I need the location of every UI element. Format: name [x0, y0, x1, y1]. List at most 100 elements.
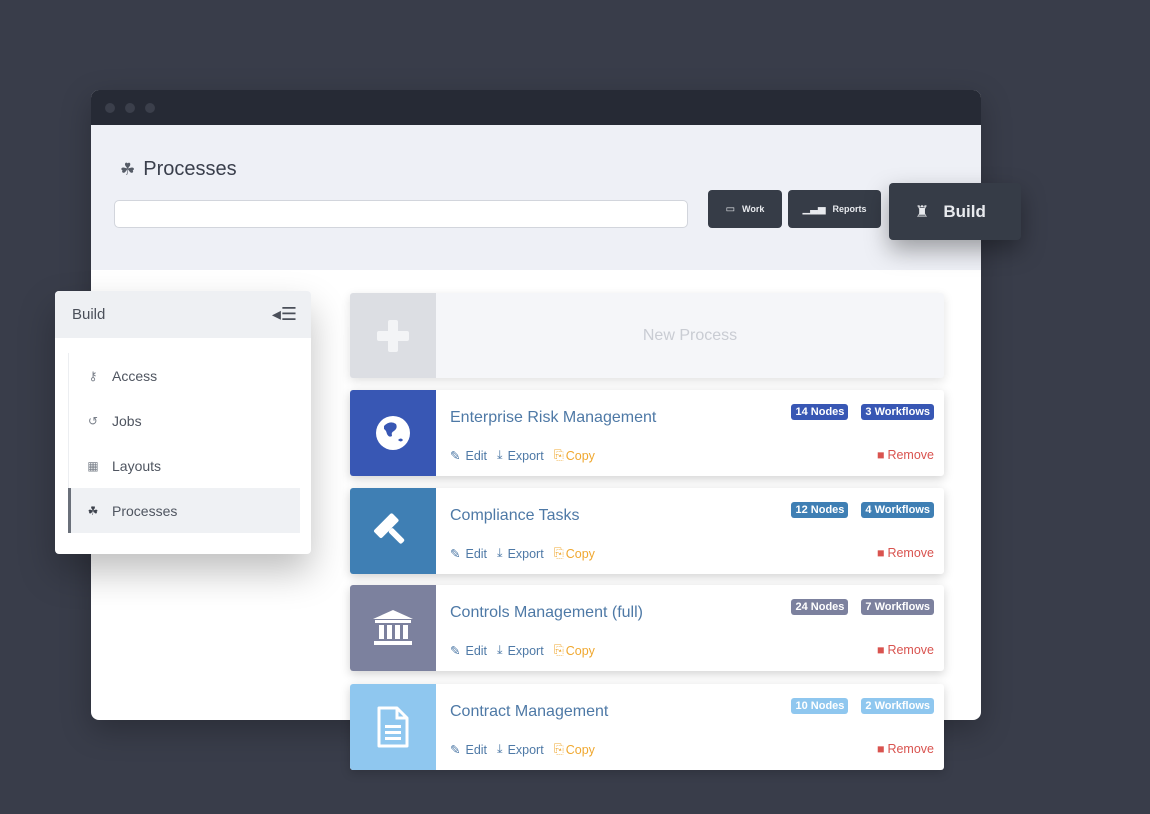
- edit-link[interactable]: ✎ Edit: [450, 742, 488, 758]
- process-icon-panel: [350, 488, 436, 574]
- page-title: ☘ Processes: [120, 158, 237, 181]
- copy-label: Copy: [565, 643, 595, 658]
- export-label: Export: [507, 742, 544, 757]
- nodes-badge: 24 Nodes: [791, 599, 849, 615]
- sidebar-list: ⚷ Access ↺ Jobs ▦ Layouts ☘ Processes: [68, 353, 300, 533]
- new-process-panel: [350, 293, 436, 378]
- sidebar-item-label: Jobs: [112, 412, 142, 429]
- nodes-badge: 12 Nodes: [791, 502, 849, 518]
- sidebar-header: Build ◂☰: [55, 291, 311, 338]
- remove-link[interactable]: ■ Remove: [877, 643, 934, 657]
- remove-link[interactable]: ■ Remove: [877, 546, 934, 560]
- process-card-body: Contract Management 10 Nodes 2 Workflows…: [436, 684, 944, 770]
- copy-label: Copy: [565, 546, 595, 561]
- process-icon-panel: [350, 684, 436, 770]
- remove-label: Remove: [887, 643, 934, 657]
- edit-label: Edit: [465, 448, 488, 463]
- process-badges: 12 Nodes 4 Workflows: [791, 502, 934, 518]
- copy-link[interactable]: ⎘ Copy: [554, 643, 595, 658]
- process-card: Controls Management (full) 24 Nodes 7 Wo…: [350, 585, 944, 671]
- edit-icon: ✎: [450, 547, 461, 561]
- edit-link[interactable]: ✎ Edit: [450, 448, 488, 464]
- export-link[interactable]: ⤓ Export: [497, 448, 544, 463]
- copy-icon: ⎘: [553, 742, 564, 756]
- process-card: Contract Management 10 Nodes 2 Workflows…: [350, 684, 944, 770]
- copy-link[interactable]: ⎘ Copy: [554, 546, 595, 561]
- trash-icon: ■: [876, 742, 885, 756]
- export-label: Export: [507, 643, 544, 658]
- remove-label: Remove: [887, 448, 934, 462]
- reports-button[interactable]: ▁▃▅ Reports: [788, 190, 881, 228]
- trash-icon: ■: [876, 643, 885, 657]
- nodes-badge: 10 Nodes: [791, 698, 849, 714]
- process-card: Enterprise Risk Management 14 Nodes 3 Wo…: [350, 390, 944, 476]
- workflows-badge: 2 Workflows: [861, 698, 934, 714]
- copy-icon: ⎘: [553, 546, 564, 560]
- copy-link[interactable]: ⎘ Copy: [554, 742, 595, 757]
- build-mode-label: Build: [943, 201, 986, 221]
- plus-icon: [377, 319, 409, 352]
- export-link[interactable]: ⤓ Export: [497, 742, 544, 757]
- sidebar-item-layouts[interactable]: ▦ Layouts: [69, 443, 300, 488]
- sidebar-item-label: Processes: [112, 502, 178, 519]
- copy-link[interactable]: ⎘ Copy: [554, 448, 595, 463]
- window-maximize-dot[interactable]: [145, 102, 155, 113]
- work-button[interactable]: ▭ Work: [708, 190, 782, 228]
- process-badges: 10 Nodes 2 Workflows: [791, 698, 934, 714]
- edit-link[interactable]: ✎ Edit: [450, 643, 487, 659]
- puzzle-icon: ♜: [915, 203, 930, 221]
- process-card: Compliance Tasks 12 Nodes 4 Workflows ✎ E…: [350, 488, 944, 574]
- edit-link[interactable]: ✎ Edit: [450, 546, 488, 562]
- table-icon: ▦: [87, 458, 99, 473]
- workflows-badge: 4 Workflows: [861, 502, 934, 518]
- export-label: Export: [507, 546, 544, 561]
- build-mode-button[interactable]: ♜ Build: [889, 183, 1021, 240]
- process-name-link[interactable]: Contract Management: [450, 703, 608, 721]
- trash-icon: ■: [876, 546, 885, 560]
- bank-icon: [373, 610, 413, 645]
- process-icon-panel: [350, 390, 436, 476]
- new-process-label: New Process: [642, 326, 738, 344]
- copy-icon: ⎘: [553, 448, 564, 462]
- bar-chart-icon: ▁▃▅: [802, 203, 826, 215]
- process-name-link[interactable]: Controls Management (full): [450, 604, 643, 622]
- sidebar-title: Build: [72, 306, 106, 323]
- edit-icon: ✎: [450, 743, 461, 757]
- globe-icon: [376, 416, 410, 450]
- download-icon: ⤓: [497, 448, 503, 462]
- process-actions: ✎ Edit ⤓ Export ⎘ Copy: [450, 546, 595, 561]
- gavel-icon: [374, 513, 405, 544]
- download-icon: ⤓: [497, 643, 503, 657]
- process-badges: 14 Nodes 3 Workflows: [791, 404, 934, 420]
- collapse-menu-icon[interactable]: ◂☰: [272, 304, 297, 325]
- process-actions: ✎ Edit ⤓ Export ⎘ Copy: [450, 742, 595, 757]
- export-label: Export: [507, 448, 544, 463]
- sidebar-item-access[interactable]: ⚷ Access: [69, 353, 300, 398]
- remove-link[interactable]: ■ Remove: [877, 448, 934, 462]
- remove-label: Remove: [887, 742, 934, 756]
- process-name-link[interactable]: Compliance Tasks: [450, 507, 580, 525]
- reports-button-label: Reports: [832, 204, 867, 214]
- process-name-link[interactable]: Enterprise Risk Management: [450, 409, 656, 427]
- key-icon: ⚷: [88, 368, 98, 383]
- remove-link[interactable]: ■ Remove: [877, 742, 934, 756]
- window-minimize-dot[interactable]: [125, 102, 135, 113]
- export-link[interactable]: ⤓ Export: [497, 546, 544, 561]
- sidebar-item-jobs[interactable]: ↺ Jobs: [69, 398, 300, 443]
- search-input[interactable]: [114, 200, 688, 228]
- workflows-badge: 3 Workflows: [861, 404, 934, 420]
- edit-label: Edit: [465, 546, 488, 561]
- sidebar-item-processes[interactable]: ☘ Processes: [68, 488, 300, 533]
- window-close-dot[interactable]: [105, 102, 115, 113]
- nodes-badge: 14 Nodes: [791, 404, 849, 420]
- page-header: ☘ Processes ▭ Work ▁▃▅ Reports: [91, 125, 981, 270]
- process-actions: ✎ Edit ⤓ Export ⎘ Copy: [450, 448, 595, 463]
- edit-label: Edit: [465, 742, 488, 757]
- work-button-label: Work: [742, 204, 765, 214]
- process-icon-panel: [350, 585, 436, 671]
- inbox-icon: ▭: [725, 203, 736, 215]
- export-link[interactable]: ⤓ Export: [497, 643, 544, 658]
- remove-label: Remove: [887, 546, 934, 560]
- copy-label: Copy: [565, 742, 595, 757]
- new-process-button[interactable]: New Process: [350, 293, 944, 378]
